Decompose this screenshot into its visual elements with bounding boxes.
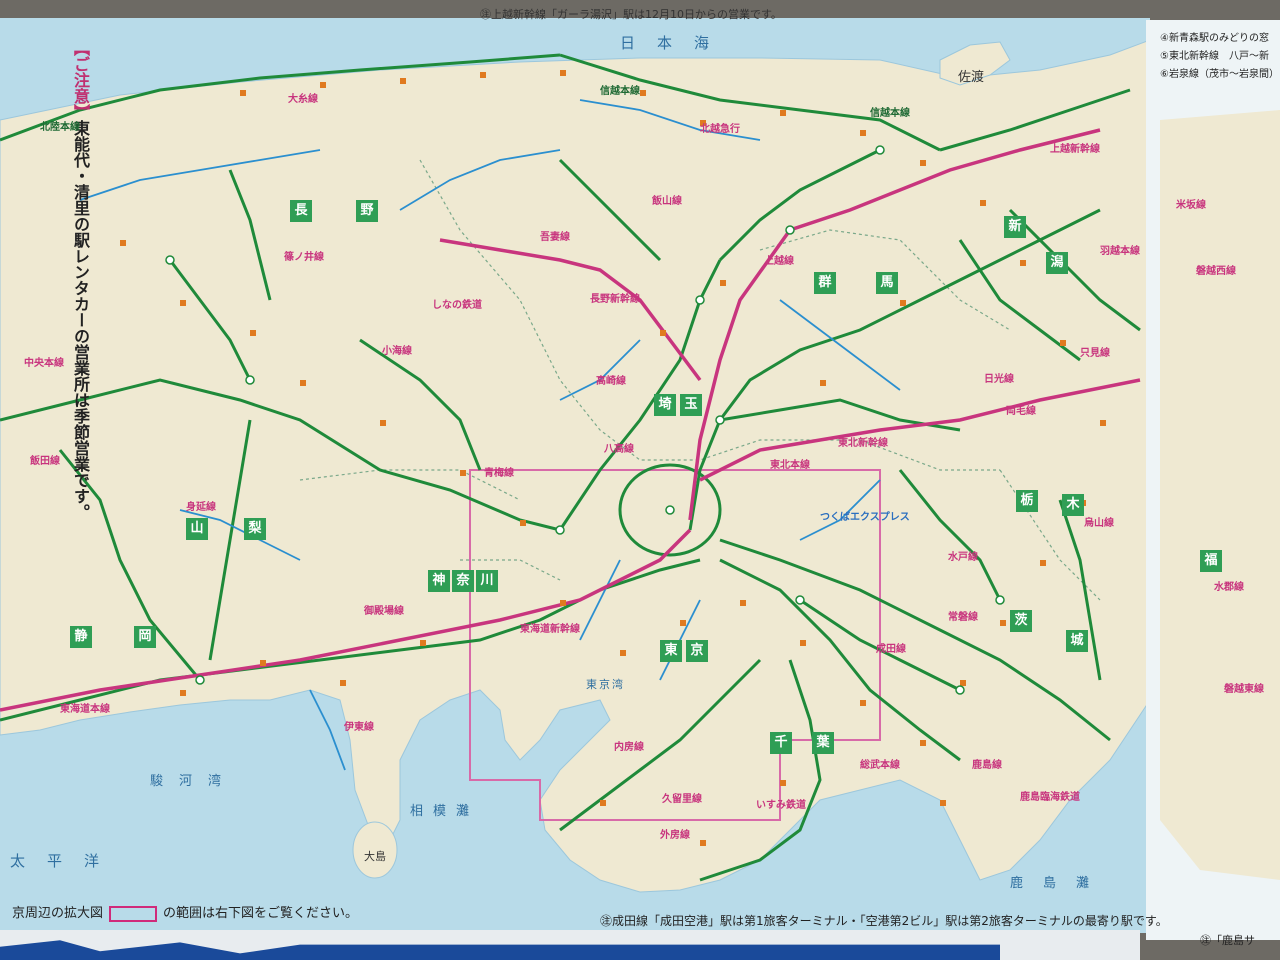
top-note: ㊟上越新幹線「ガーラ湯沢」駅は12月10日からの営業です。	[480, 8, 782, 21]
sea-label-suruga-bay: 駿河湾	[150, 774, 238, 789]
line-label-shinonoi: 篠ノ井線	[284, 252, 324, 263]
pref-niigata-2: 潟	[1046, 252, 1068, 274]
line-label-kashima-rinkai: 鹿島臨海鉄道	[1020, 792, 1080, 803]
line-label-ryomo: 両毛線	[1006, 406, 1036, 417]
right-page-footnote: ㊟「鹿島サ	[1200, 934, 1255, 947]
island-label-oshima: 大島	[364, 850, 386, 863]
line-label-nagano-shinkansen: 長野新幹線	[590, 294, 640, 305]
pref-shizuoka-2: 岡	[134, 626, 156, 648]
right-page-land	[1160, 110, 1280, 880]
line-label-agatsuma: 吾妻線	[540, 232, 570, 243]
line-label-tadami: 只見線	[1080, 348, 1110, 359]
pref-kanagawa-1: 神	[428, 570, 450, 592]
pref-chiba-1: 千	[770, 732, 792, 754]
line-label-shinetsu-2: 信越本線	[870, 108, 910, 119]
pref-fukushima-1: 福	[1200, 550, 1222, 572]
pref-niigata-1: 新	[1004, 216, 1026, 238]
pref-ibaraki-1: 茨	[1010, 610, 1032, 632]
pref-kanagawa-2: 奈	[452, 570, 474, 592]
line-label-oito: 大糸線	[288, 94, 318, 105]
line-label-tokaido: 東海道本線	[60, 704, 110, 715]
line-label-kururi: 久留里線	[662, 794, 702, 805]
caution-bracket: 【ご注意】	[71, 40, 90, 120]
line-label-suigun: 水郡線	[1214, 582, 1244, 593]
enlarged-map-note: 京周辺の拡大図 の範囲は右下図をご覧ください。	[12, 902, 358, 922]
sea-label-tokyo-bay: 東京湾	[586, 678, 625, 691]
pref-saitama-2: 玉	[680, 394, 702, 416]
line-label-tsukuba-express: つくばエクスプレス	[820, 512, 910, 523]
line-label-narita: 成田線	[876, 644, 906, 655]
pref-kanagawa-3: 川	[476, 570, 498, 592]
line-label-chuo: 中央本線	[24, 358, 64, 369]
line-label-banetsu-west: 磐越西線	[1196, 266, 1236, 277]
line-label-karasuyama: 烏山線	[1084, 518, 1114, 529]
pref-yamanashi-2: 梨	[244, 518, 266, 540]
pref-tokyo-1: 東	[660, 640, 682, 662]
line-label-uetsu: 羽越本線	[1100, 246, 1140, 257]
pref-tochigi-1: 栃	[1016, 490, 1038, 512]
sea-label-pacific: 太平洋	[10, 852, 122, 870]
right-page-legend: ④新青森駅のみどりの窓 ⑤東北新幹線 八戸〜新 ⑥岩泉線（茂市〜岩泉間）	[1160, 30, 1279, 84]
line-label-hokuetsu: 北越急行	[700, 124, 740, 135]
pref-ibaraki-2: 城	[1066, 630, 1088, 652]
sea-label-sagami-bay: 相模灘	[410, 804, 480, 819]
line-label-sobu: 総武本線	[860, 760, 900, 771]
pref-nagano-1: 長	[290, 200, 312, 222]
pref-tokyo-2: 京	[686, 640, 708, 662]
pref-gunma-1: 群	[814, 272, 836, 294]
line-label-sotobo: 外房線	[660, 830, 690, 841]
caution-text: 東能代・清里の駅レンタカーの営業所は季節営業です。	[71, 120, 90, 520]
line-label-tohoku-shinkansen: 東北新幹線	[838, 438, 888, 449]
right-legend-item: ⑥岩泉線（茂市〜岩泉間）	[1160, 69, 1279, 80]
line-label-tohoku: 東北本線	[770, 460, 810, 471]
pref-yamanashi-1: 山	[186, 518, 208, 540]
enlarged-area-swatch	[109, 905, 158, 922]
island-label-sado: 佐渡	[958, 70, 985, 85]
pref-tochigi-2: 木	[1062, 494, 1084, 516]
map-page: ㊟上越新幹線「ガーラ湯沢」駅は12月10日からの営業です。 【ご注意】東能代・清…	[0, 0, 1280, 960]
line-label-minobu: 身延線	[186, 502, 216, 513]
pref-saitama-1: 埼	[654, 394, 676, 416]
line-label-iida: 飯田線	[30, 456, 60, 467]
line-label-shinano-railway: しなの鉄道	[432, 300, 482, 311]
pref-chiba-2: 葉	[812, 732, 834, 754]
line-label-hokuriku: 北陸本線	[40, 122, 80, 133]
caution-note: 【ご注意】東能代・清里の駅レンタカーの営業所は季節営業です。	[66, 40, 92, 520]
line-label-hachiko: 八高線	[604, 444, 634, 455]
line-label-nikko: 日光線	[984, 374, 1014, 385]
line-label-isumi-railway: いすみ鉄道	[756, 800, 806, 811]
right-legend-item: ⑤東北新幹線 八戸〜新	[1160, 51, 1269, 62]
pref-nagano-2: 野	[356, 200, 378, 222]
line-label-mito: 水戸線	[948, 552, 978, 563]
bottom-heading-ink	[0, 940, 1000, 960]
line-label-uchibo: 内房線	[614, 742, 644, 753]
line-label-shinetsu: 信越本線	[600, 86, 640, 97]
enlarged-note-suffix: の範囲は右下図をご覧ください。	[163, 906, 359, 921]
narita-airport-note: ㊟成田線「成田空港」駅は第1旅客ターミナル・「空港第2ビル」駅は第2旅客ターミナ…	[600, 914, 1168, 928]
line-label-gotemba: 御殿場線	[364, 606, 404, 617]
enlarged-note-prefix: 京周辺の拡大図	[12, 906, 104, 921]
sea-label-japan-sea: 日本海	[620, 34, 732, 52]
pref-shizuoka-1: 静	[70, 626, 92, 648]
line-label-yonesaka: 米坂線	[1176, 200, 1206, 211]
line-label-joban: 常磐線	[948, 612, 978, 623]
line-label-kashima: 鹿島線	[972, 760, 1002, 771]
line-label-koumi: 小海線	[382, 346, 412, 357]
line-label-ito: 伊東線	[344, 722, 374, 733]
pref-gunma-2: 馬	[876, 272, 898, 294]
sea-label-kashimanada: 鹿島灘	[1010, 876, 1110, 891]
line-label-ome: 青梅線	[484, 468, 514, 479]
right-legend-item: ④新青森駅のみどりの窓	[1160, 33, 1269, 44]
line-label-takasaki: 高崎線	[596, 376, 626, 387]
line-label-iiyama: 飯山線	[652, 196, 682, 207]
line-label-joetsu: 上越線	[764, 256, 794, 267]
bottom-page-strip	[0, 930, 1140, 960]
line-label-tokaido-shinkansen: 東海道新幹線	[520, 624, 580, 635]
line-label-joetsu-shinkansen: 上越新幹線	[1050, 144, 1100, 155]
line-label-banetsu-east: 磐越東線	[1224, 684, 1264, 695]
